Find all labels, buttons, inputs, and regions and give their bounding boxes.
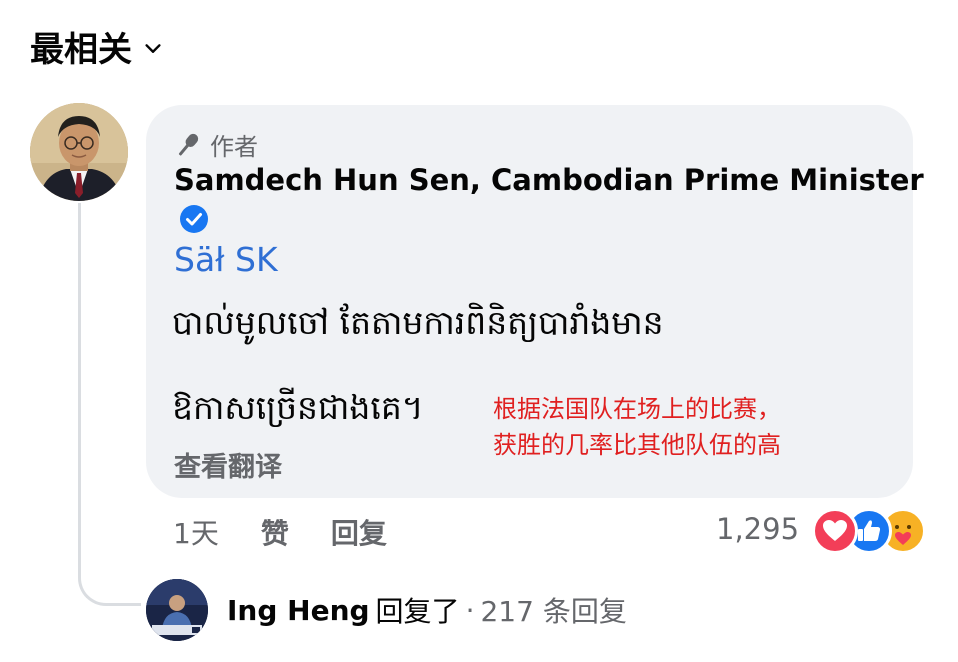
comment-text-line: ឱកាសច្រើនជាងគេ។	[172, 388, 424, 427]
annotation-line: 获胜的几率比其他队伍的高	[493, 431, 781, 459]
verified-badge-icon	[180, 205, 208, 233]
author-avatar[interactable]	[30, 103, 128, 201]
comment-text-line: បាល់មូលចៅ តែតាមការពិនិត្យបារាំងមាន	[172, 303, 664, 342]
reply-count: 217 条回复	[480, 595, 627, 628]
see-translation-link[interactable]: 查看翻译	[174, 445, 282, 484]
reaction-count[interactable]: 1,295	[716, 512, 799, 546]
sort-label: 最相关	[30, 30, 132, 70]
replier-name: Ing Heng	[227, 593, 370, 627]
reaction-icons[interactable]	[812, 508, 932, 554]
reply-button[interactable]: 回复	[331, 512, 387, 552]
thread-connector-line	[78, 203, 141, 606]
translation-annotation: 根据法国队在场上的比赛， 获胜的几率比其他队伍的高	[493, 391, 781, 463]
mention-link[interactable]: Säł SK	[174, 240, 278, 279]
chevron-down-icon	[145, 43, 161, 53]
comment-bubble: 作者 Samdech Hun Sen, Cambodian Prime Mini…	[146, 105, 924, 498]
love-reaction-icon	[812, 508, 858, 554]
author-name[interactable]: Samdech Hun Sen, Cambodian Prime Ministe…	[174, 163, 924, 197]
annotation-line: 根据法国队在场上的比赛，	[493, 395, 781, 423]
like-button[interactable]: 赞	[261, 512, 289, 552]
microphone-icon	[178, 133, 199, 156]
sort-selector[interactable]: 最相关	[30, 22, 164, 71]
replier-avatar[interactable]	[146, 579, 208, 641]
comment-actions: 1天 赞 回复	[173, 512, 387, 552]
comment-timestamp[interactable]: 1天	[173, 512, 219, 552]
author-badge: 作者	[174, 127, 258, 162]
comment-thread: 最相关 作者 Samdech Hun Sen, Cambodian Prime …	[0, 0, 958, 662]
author-badge-label: 作者	[210, 133, 258, 161]
separator-dot: ·	[465, 593, 475, 627]
replied-label: 回复了	[375, 595, 460, 628]
view-replies-link[interactable]: Ing Heng 回复了 · 217 条回复	[227, 590, 627, 630]
